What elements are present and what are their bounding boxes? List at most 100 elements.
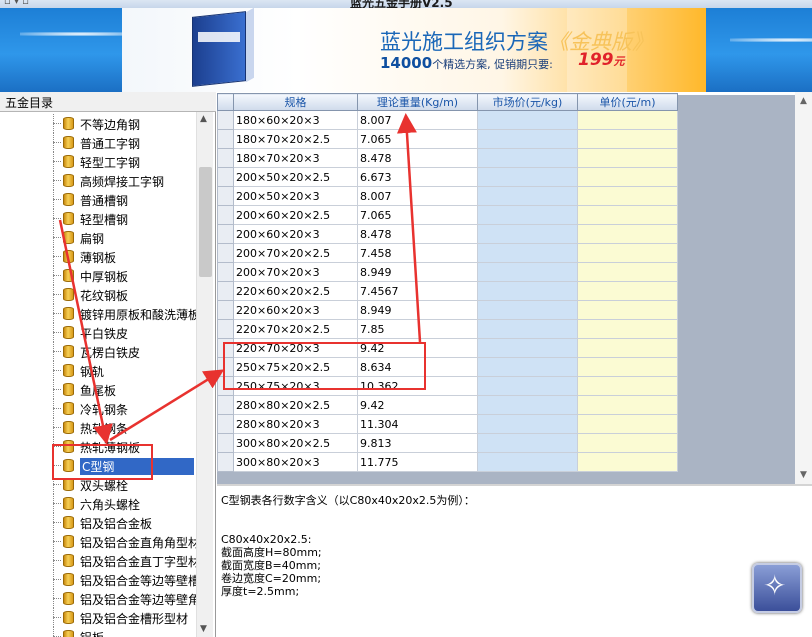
weight-cell[interactable]: 10.362: [357, 376, 478, 396]
table-row[interactable]: 180×60×20×3 8.007: [217, 110, 678, 130]
spec-cell[interactable]: 220×70×20×3: [233, 338, 358, 358]
market-price-cell[interactable]: [477, 452, 578, 472]
table-row[interactable]: 180×70×20×3 8.478: [217, 148, 678, 168]
row-header[interactable]: [217, 224, 234, 244]
weight-cell[interactable]: 8.478: [357, 224, 478, 244]
tree-item[interactable]: 普通槽钢: [0, 190, 196, 209]
row-header[interactable]: [217, 129, 234, 149]
col-unit-price-header[interactable]: 单价(元/m): [577, 93, 678, 111]
market-price-cell[interactable]: [477, 186, 578, 206]
weight-cell[interactable]: 7.065: [357, 205, 478, 225]
spec-cell[interactable]: 220×60×20×2.5: [233, 281, 358, 301]
tree-item[interactable]: 扁钢: [0, 228, 196, 247]
unit-price-cell[interactable]: [577, 319, 678, 339]
tree-item[interactable]: 普通工字钢: [0, 133, 196, 152]
tree-item[interactable]: 镀锌用原板和酸洗薄板: [0, 304, 196, 323]
weight-cell[interactable]: 9.813: [357, 433, 478, 453]
col-market-price-header[interactable]: 市场价(元/kg): [477, 93, 578, 111]
col-weight-header[interactable]: 理论重量(Kg/m): [357, 93, 478, 111]
market-price-cell[interactable]: [477, 129, 578, 149]
unit-price-cell[interactable]: [577, 148, 678, 168]
market-price-cell[interactable]: [477, 281, 578, 301]
tree-item[interactable]: 热轧钢条: [0, 418, 196, 437]
row-header[interactable]: [217, 110, 234, 130]
scroll-down-icon[interactable]: ▼: [200, 624, 207, 634]
table-row[interactable]: 220×60×20×3 8.949: [217, 300, 678, 320]
weight-cell[interactable]: 9.42: [357, 395, 478, 415]
weight-cell[interactable]: 8.007: [357, 110, 478, 130]
tree-item[interactable]: 六角头螺栓: [0, 494, 196, 513]
row-header[interactable]: [217, 148, 234, 168]
tree-item[interactable]: C型钢: [0, 456, 196, 475]
weight-cell[interactable]: 8.949: [357, 262, 478, 282]
market-price-cell[interactable]: [477, 262, 578, 282]
weight-cell[interactable]: 6.673: [357, 167, 478, 187]
unit-price-cell[interactable]: [577, 376, 678, 396]
weight-cell[interactable]: 7.065: [357, 129, 478, 149]
table-row[interactable]: 200×70×20×2.5 7.458: [217, 243, 678, 263]
weight-cell[interactable]: 8.007: [357, 186, 478, 206]
table-row[interactable]: 300×80×20×2.5 9.813: [217, 433, 678, 453]
market-price-cell[interactable]: [477, 414, 578, 434]
spec-cell[interactable]: 220×60×20×3: [233, 300, 358, 320]
tree-item[interactable]: 瓦楞白铁皮: [0, 342, 196, 361]
unit-price-cell[interactable]: [577, 167, 678, 187]
tree-scroll-thumb[interactable]: [199, 167, 212, 277]
tree-item[interactable]: 双头螺栓: [0, 475, 196, 494]
market-price-cell[interactable]: [477, 357, 578, 377]
market-price-cell[interactable]: [477, 300, 578, 320]
row-header[interactable]: [217, 319, 234, 339]
market-price-cell[interactable]: [477, 433, 578, 453]
spec-cell[interactable]: 180×70×20×3: [233, 148, 358, 168]
tree-item[interactable]: 铝及铝合金直角角型材: [0, 532, 196, 551]
row-header[interactable]: [217, 205, 234, 225]
table-row[interactable]: 200×60×20×3 8.478: [217, 224, 678, 244]
tree-item[interactable]: 钢轨: [0, 361, 196, 380]
market-price-cell[interactable]: [477, 224, 578, 244]
row-header[interactable]: [217, 300, 234, 320]
table-row[interactable]: 220×70×20×3 9.42: [217, 338, 678, 358]
tree-item[interactable]: 铝及铝合金直丁字型材: [0, 551, 196, 570]
tree-item[interactable]: 铝及铝合金槽形型材: [0, 608, 196, 627]
unit-price-cell[interactable]: [577, 414, 678, 434]
col-spec-header[interactable]: 规格: [233, 93, 358, 111]
corner-header[interactable]: [217, 93, 234, 111]
spec-cell[interactable]: 200×70×20×3: [233, 262, 358, 282]
spec-cell[interactable]: 250×75×20×3: [233, 376, 358, 396]
table-row[interactable]: 280×80×20×3 11.304: [217, 414, 678, 434]
tree-item[interactable]: 铝板: [0, 627, 196, 637]
spec-cell[interactable]: 280×80×20×3: [233, 414, 358, 434]
table-row[interactable]: 200×70×20×3 8.949: [217, 262, 678, 282]
table-row[interactable]: 220×70×20×2.5 7.85: [217, 319, 678, 339]
spec-cell[interactable]: 200×50×20×2.5: [233, 167, 358, 187]
spec-cell[interactable]: 180×60×20×3: [233, 110, 358, 130]
window-control-icons[interactable]: ▫ ▾ ▫: [4, 0, 29, 7]
tree-scrollbar[interactable]: ▲ ▼: [196, 112, 213, 637]
compass-button[interactable]: ✧: [752, 563, 802, 613]
spec-cell[interactable]: 200×60×20×3: [233, 224, 358, 244]
row-header[interactable]: [217, 186, 234, 206]
tree-item[interactable]: 铝及铝合金等边等壁槽: [0, 570, 196, 589]
market-price-cell[interactable]: [477, 167, 578, 187]
weight-cell[interactable]: 8.478: [357, 148, 478, 168]
unit-price-cell[interactable]: [577, 281, 678, 301]
row-header[interactable]: [217, 243, 234, 263]
unit-price-cell[interactable]: [577, 452, 678, 472]
spec-cell[interactable]: 250×75×20×2.5: [233, 357, 358, 377]
market-price-cell[interactable]: [477, 395, 578, 415]
market-price-cell[interactable]: [477, 243, 578, 263]
advertisement[interactable]: 蓝光施工组织方案《金典版》 14000个精选方案, 促销期只要: 199元: [122, 8, 706, 92]
table-row[interactable]: 200×60×20×2.5 7.065: [217, 205, 678, 225]
market-price-cell[interactable]: [477, 376, 578, 396]
unit-price-cell[interactable]: [577, 262, 678, 282]
table-row[interactable]: 220×60×20×2.5 7.4567: [217, 281, 678, 301]
unit-price-cell[interactable]: [577, 338, 678, 358]
market-price-cell[interactable]: [477, 205, 578, 225]
weight-cell[interactable]: 7.4567: [357, 281, 478, 301]
weight-cell[interactable]: 7.85: [357, 319, 478, 339]
unit-price-cell[interactable]: [577, 224, 678, 244]
tree-item[interactable]: 冷轧钢条: [0, 399, 196, 418]
table-row[interactable]: 250×75×20×3 10.362: [217, 376, 678, 396]
row-header[interactable]: [217, 395, 234, 415]
spec-cell[interactable]: 280×80×20×2.5: [233, 395, 358, 415]
